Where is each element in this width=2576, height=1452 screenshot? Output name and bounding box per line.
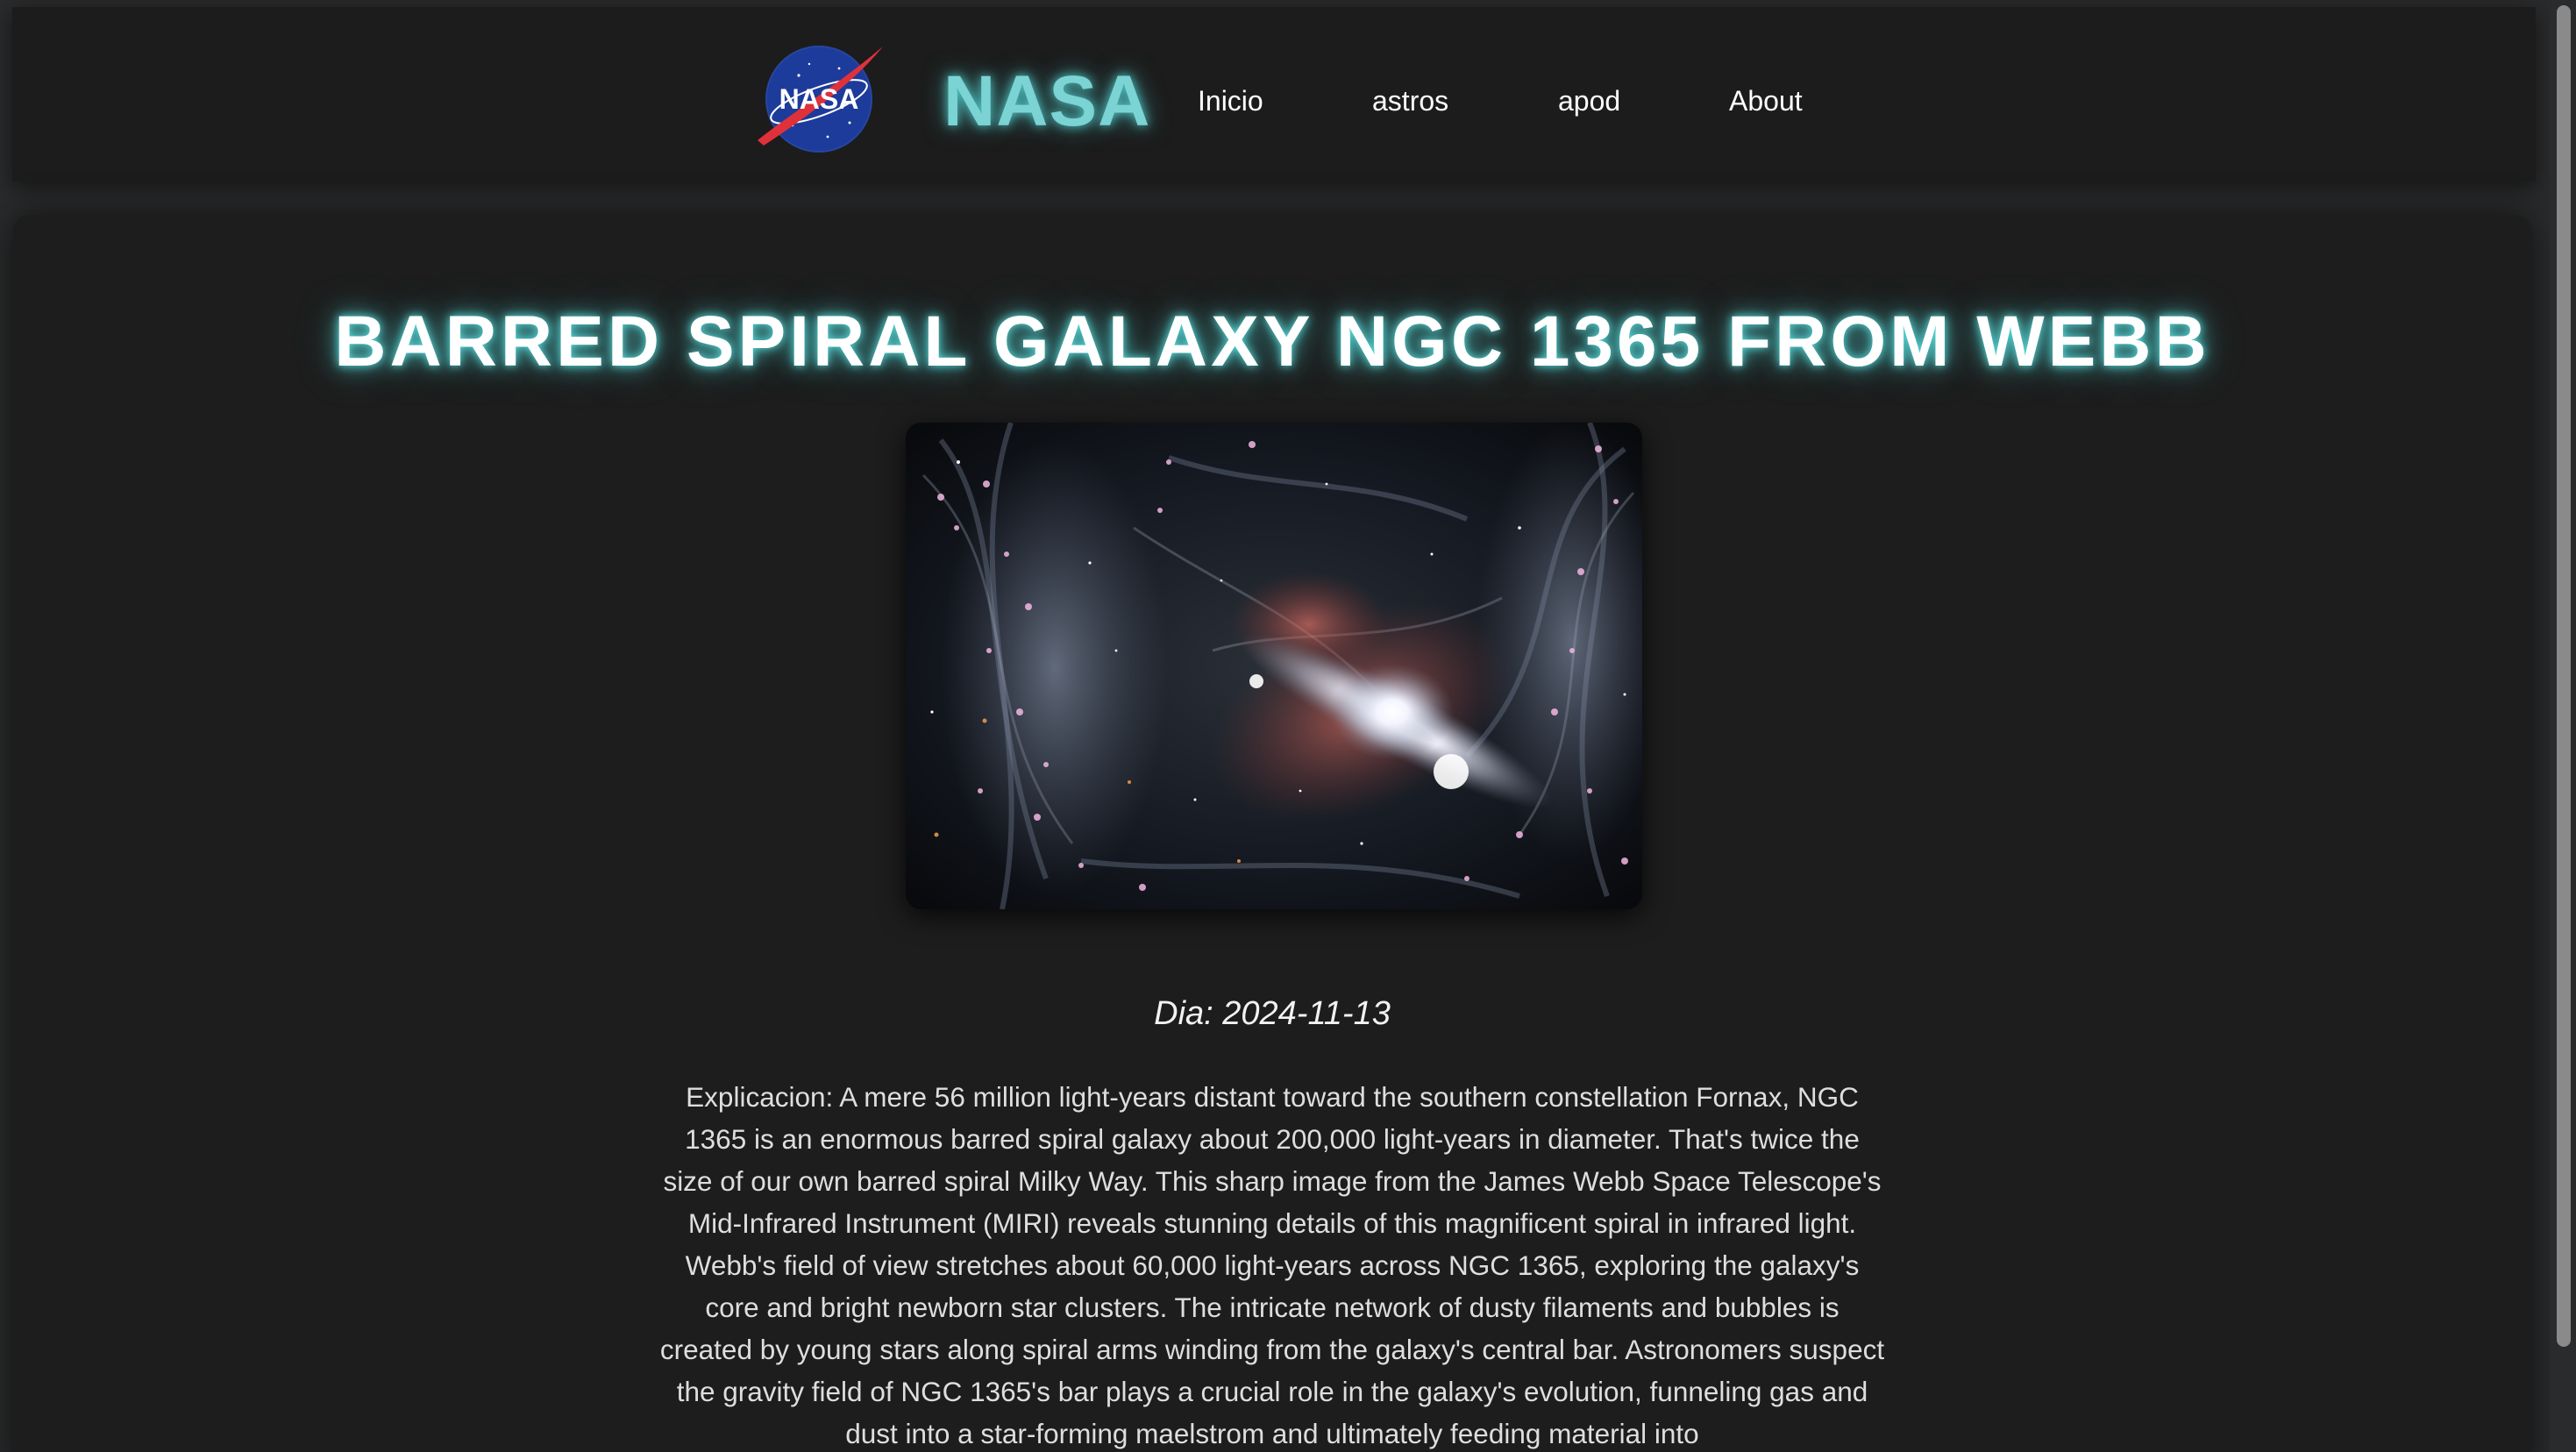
apod-image bbox=[906, 423, 1642, 909]
brand-title[interactable]: NASA bbox=[943, 58, 1150, 146]
nav-link-about[interactable]: About bbox=[1729, 79, 1803, 123]
logo-text: NASA bbox=[779, 83, 859, 115]
apod-card: BARRED SPIRAL GALAXY NGC 1365 FROM WEBB bbox=[12, 215, 2532, 1452]
nasa-logo[interactable]: NASA bbox=[753, 42, 885, 156]
apod-explanation: Explicacion: A mere 56 million light-yea… bbox=[659, 1081, 1885, 1449]
page-title: BARRED SPIRAL GALAXY NGC 1365 FROM WEBB bbox=[334, 302, 2210, 381]
site-header: NASA NASA Inicio astros apod About bbox=[12, 7, 2536, 182]
scrollbar-thumb[interactable] bbox=[2557, 5, 2571, 1347]
apod-date: Dia: 2024-11-13 bbox=[1154, 995, 1391, 1032]
nav-link-inicio[interactable]: Inicio bbox=[1198, 79, 1263, 123]
scrollbar[interactable] bbox=[2550, 0, 2576, 1452]
nav-link-apod[interactable]: apod bbox=[1558, 79, 1620, 123]
nav-link-astros[interactable]: astros bbox=[1372, 79, 1448, 123]
page: NASA NASA Inicio astros apod About BARRE… bbox=[0, 0, 2576, 1452]
